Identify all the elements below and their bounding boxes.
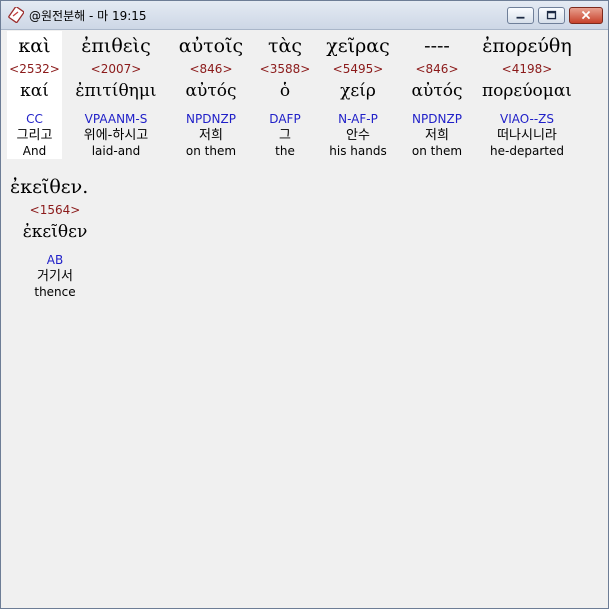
parsing-code: NPDNZP bbox=[412, 112, 462, 126]
title-bar[interactable]: @원전분해 - 마 19:15 bbox=[1, 1, 608, 30]
window-title: @원전분해 - 마 19:15 bbox=[29, 9, 147, 23]
parsing-code: AB bbox=[46, 253, 64, 267]
parsing-code: VIAO--ZS bbox=[499, 112, 555, 126]
lemma: πορεύομαι bbox=[482, 81, 572, 101]
lemma: αὐτός bbox=[411, 81, 463, 101]
lemma: ἐκεῖθεν bbox=[22, 222, 88, 242]
korean-gloss: 그 bbox=[279, 128, 291, 143]
korean-gloss: 저희 bbox=[199, 128, 223, 143]
word-column[interactable]: ἐπιθεὶς <2007> ἐπιτίθημι VPAANM-S 위에-하시고… bbox=[63, 31, 169, 159]
maximize-button[interactable] bbox=[538, 7, 565, 24]
english-gloss: the bbox=[275, 144, 295, 158]
word-column[interactable]: αὐτοῖς <846> αὐτός NPDNZP 저희 on them bbox=[171, 31, 251, 159]
strong-number: <846> bbox=[189, 62, 233, 76]
word-column[interactable]: ἐπορεύθη <4198> πορεύομαι VIAO--ZS 떠나시니라… bbox=[475, 31, 579, 159]
interlinear-panel: καὶ <2532> καί CC 그리고 And ἐπιθεὶς <2007>… bbox=[7, 31, 604, 604]
greek-word: ---- bbox=[424, 35, 450, 57]
greek-word: ἐκεῖθεν. bbox=[10, 176, 89, 198]
parsing-code: N-AF-P bbox=[338, 112, 378, 126]
parsing-code: VPAANM-S bbox=[84, 112, 148, 126]
word-column[interactable]: ---- <846> αὐτός NPDNZP 저희 on them bbox=[401, 31, 473, 159]
greek-word: τὰς bbox=[268, 35, 302, 57]
greek-word: ἐπορεύθη bbox=[482, 35, 572, 57]
app-window: @원전분해 - 마 19:15 καὶ <2532> καί CC 그리고 An… bbox=[0, 0, 609, 609]
greek-word: ἐπιθεὶς bbox=[81, 35, 151, 57]
english-gloss: on them bbox=[411, 144, 463, 158]
english-gloss: he-departed bbox=[490, 144, 564, 158]
korean-gloss: 떠나시니라 bbox=[497, 128, 557, 143]
strong-number: <5495> bbox=[332, 62, 384, 76]
greek-word: καὶ bbox=[18, 35, 51, 57]
korean-gloss: 위에-하시고 bbox=[83, 128, 149, 143]
minimize-button[interactable] bbox=[507, 7, 534, 24]
korean-gloss: 저희 bbox=[425, 128, 449, 143]
strong-number: <1564> bbox=[29, 203, 81, 217]
strong-number: <2532> bbox=[9, 62, 60, 76]
strong-number: <4198> bbox=[501, 62, 553, 76]
parsing-code: CC bbox=[26, 112, 43, 126]
lemma: καί bbox=[20, 81, 49, 101]
english-gloss: on them bbox=[185, 144, 237, 158]
strong-number: <3588> bbox=[259, 62, 311, 76]
english-gloss: his hands bbox=[329, 144, 387, 158]
close-button[interactable] bbox=[569, 7, 603, 24]
korean-gloss: 그리고 bbox=[16, 128, 53, 143]
word-column[interactable]: τὰς <3588> ὁ DAFP 그 the bbox=[255, 31, 315, 159]
word-column[interactable]: ἐκεῖθεν. <1564> ἐκεῖθεν AB 거기서 thence bbox=[7, 172, 103, 300]
parsing-code: DAFP bbox=[269, 112, 301, 126]
greek-word: χεῖρας bbox=[326, 35, 390, 57]
word-column[interactable]: καὶ <2532> καί CC 그리고 And bbox=[7, 31, 62, 159]
word-column[interactable]: χεῖρας <5495> χείρ N-AF-P 안수 his hands bbox=[319, 31, 397, 159]
english-gloss: laid-and bbox=[91, 144, 141, 158]
strong-number: <2007> bbox=[90, 62, 142, 76]
korean-gloss: 거기서 bbox=[37, 269, 73, 284]
app-icon bbox=[8, 6, 25, 24]
english-gloss: thence bbox=[34, 285, 76, 299]
lemma: αὐτός bbox=[185, 81, 237, 101]
english-gloss: And bbox=[22, 144, 47, 158]
korean-gloss: 안수 bbox=[346, 128, 370, 143]
parsing-code: NPDNZP bbox=[186, 112, 236, 126]
strong-number: <846> bbox=[415, 62, 459, 76]
lemma: ὁ bbox=[279, 81, 291, 101]
lemma: χείρ bbox=[340, 81, 376, 101]
lemma: ἐπιτίθημι bbox=[75, 81, 157, 101]
greek-word: αὐτοῖς bbox=[178, 35, 244, 57]
